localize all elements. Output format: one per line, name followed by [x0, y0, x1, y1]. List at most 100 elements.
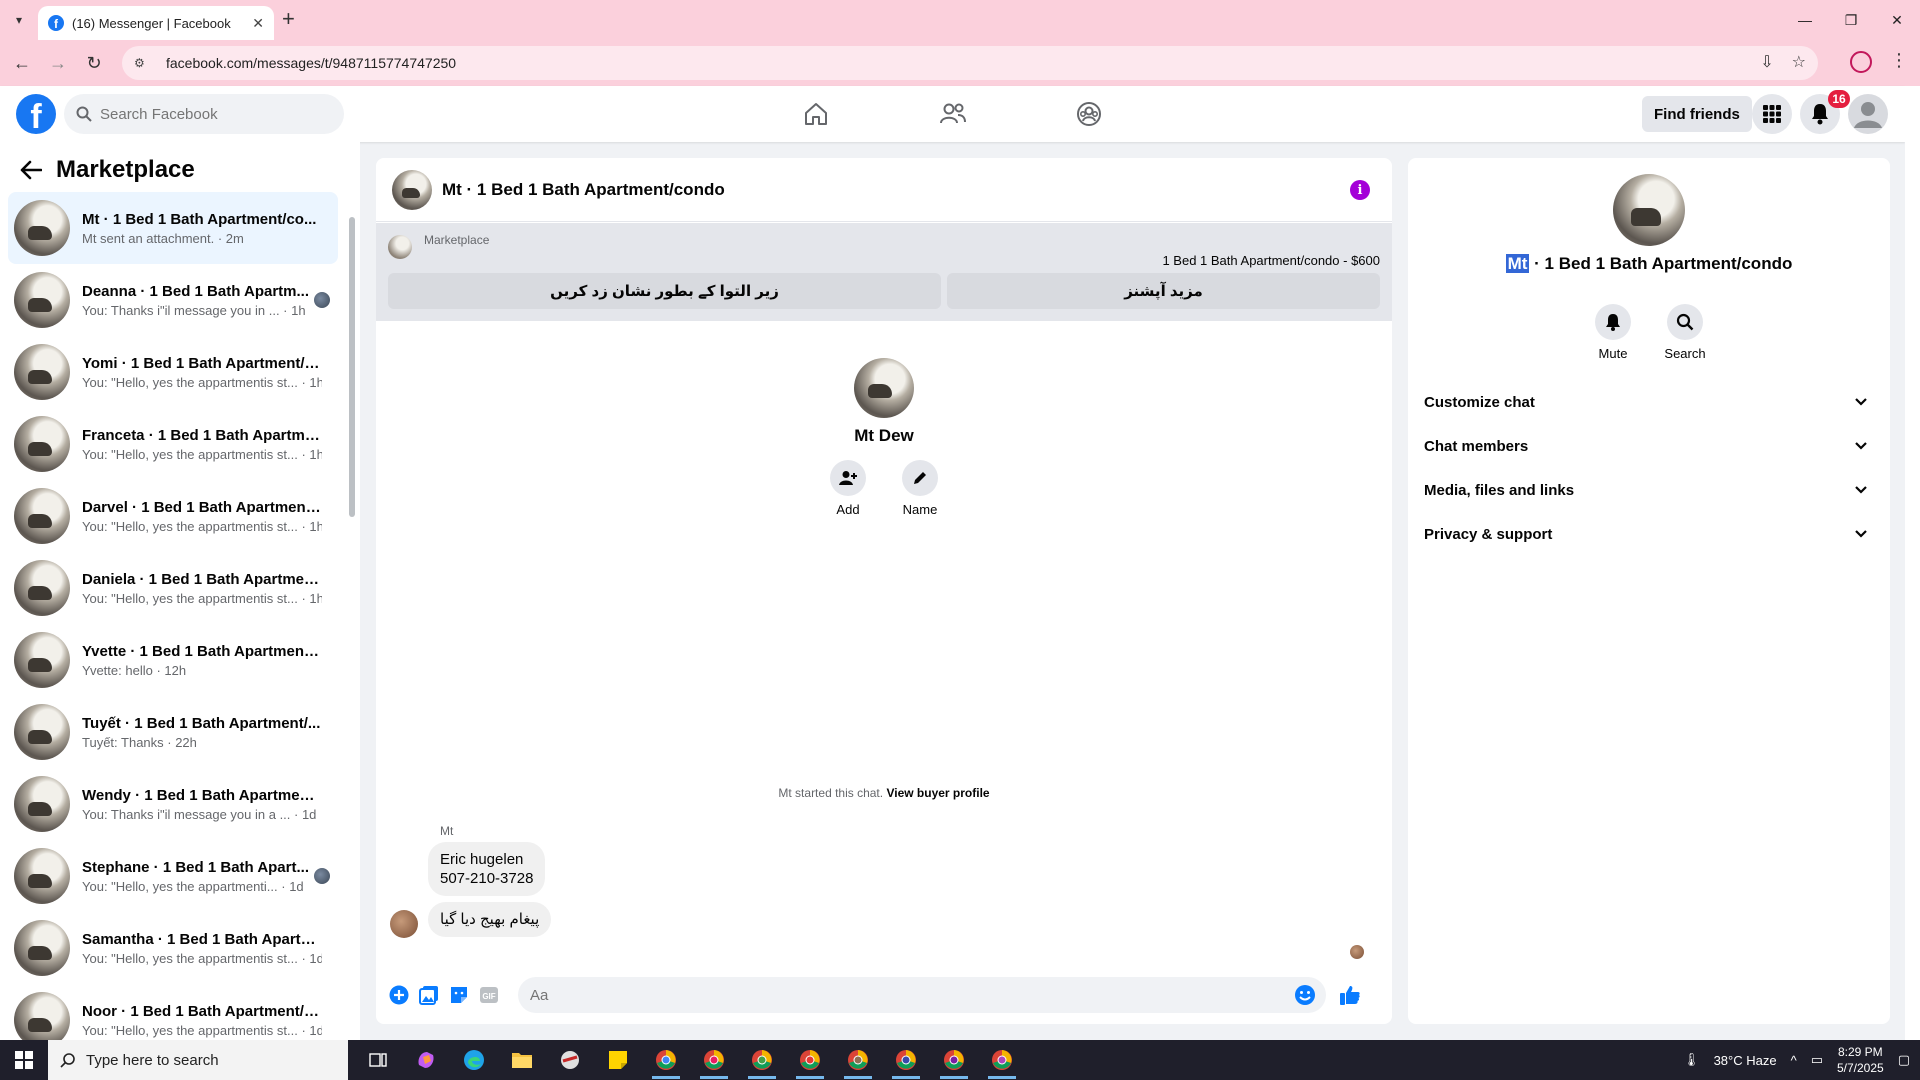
message-bubble[interactable]: پیغام بھیج دیا گیا — [428, 902, 552, 937]
minimize-icon[interactable]: — — [1782, 0, 1828, 40]
conversation-item[interactable]: Darvel · 1 Bed 1 Bath Apartment... You: "… — [8, 480, 338, 552]
section-media-files-links[interactable]: Media, files and links — [1424, 468, 1874, 512]
clock[interactable]: 8:29 PM 5/7/2025 — [1837, 1044, 1884, 1076]
conversation-item[interactable]: Noor · 1 Bed 1 Bath Apartment/c... You: "… — [8, 984, 338, 1040]
avatar[interactable] — [854, 358, 914, 418]
emoji-icon[interactable] — [1294, 984, 1316, 1011]
chrome-profile-icon[interactable] — [834, 1040, 882, 1080]
browser-tab[interactable]: f (16) Messenger | Facebook ✕ — [38, 6, 274, 40]
file-explorer-icon[interactable] — [498, 1040, 546, 1080]
back-icon[interactable]: ← — [10, 51, 34, 75]
add-people-button[interactable]: Add — [830, 460, 866, 517]
facebook-logo-icon[interactable]: f — [16, 94, 56, 134]
conversation-name: Yomi · 1 Bed 1 Bath Apartment/c... — [82, 354, 322, 372]
install-app-icon[interactable]: ⇩ — [1760, 52, 1773, 72]
bookmark-star-icon[interactable]: ☆ — [1792, 52, 1806, 72]
back-arrow-icon[interactable] — [20, 160, 42, 180]
account-avatar[interactable] — [1848, 94, 1888, 134]
browser-menu-icon[interactable]: ⋮ — [1890, 50, 1908, 71]
chrome-profile-icon[interactable] — [738, 1040, 786, 1080]
conversation-name: Mt · 1 Bed 1 Bath Apartment/co... — [82, 210, 317, 228]
chat-title[interactable]: Mt · 1 Bed 1 Bath Apartment/condo — [442, 180, 725, 200]
message-input[interactable] — [530, 986, 1270, 1004]
weather-text[interactable]: 38°C Haze — [1714, 1053, 1777, 1068]
chrome-profile-icon[interactable] — [978, 1040, 1026, 1080]
conversation-item[interactable]: Mt · 1 Bed 1 Bath Apartment/co... Mt sent… — [8, 192, 338, 264]
app-icon[interactable] — [546, 1040, 594, 1080]
more-options-button[interactable]: مزید آپشنز — [947, 273, 1380, 309]
edge-browser-icon[interactable] — [450, 1040, 498, 1080]
chevron-down-icon — [1854, 394, 1868, 411]
conversation-item[interactable]: Deanna · 1 Bed 1 Bath Apartm... You: Than… — [8, 264, 338, 336]
conversation-item[interactable]: Franceta · 1 Bed 1 Bath Apartme... You: "… — [8, 408, 338, 480]
scrollbar-thumb[interactable] — [349, 217, 355, 517]
conversation-item[interactable]: Yvette · 1 Bed 1 Bath Apartment/... Yvett… — [8, 624, 338, 696]
browser-tabbar: ▾ f (16) Messenger | Facebook ✕ + — ❐ ✕ — [0, 0, 1920, 40]
friends-icon[interactable] — [937, 98, 969, 130]
chrome-profile-icon[interactable] — [642, 1040, 690, 1080]
avatar[interactable] — [1613, 174, 1685, 246]
chrome-profile-icon[interactable] — [930, 1040, 978, 1080]
search-in-chat-button[interactable]: Search — [1664, 304, 1706, 361]
conversation-preview: You: Thanks i"il message you in ... · 1h — [82, 302, 306, 318]
listing-title-price[interactable]: 1 Bed 1 Bath Apartment/condo - $600 — [1162, 253, 1380, 268]
message-input-box[interactable] — [518, 977, 1326, 1013]
info-icon[interactable]: i — [1350, 180, 1370, 200]
groups-icon[interactable] — [1073, 98, 1105, 130]
section-customize-chat[interactable]: Customize chat — [1424, 380, 1874, 424]
reload-icon[interactable]: ↻ — [82, 51, 106, 75]
task-view-icon[interactable] — [354, 1040, 402, 1080]
avatar[interactable] — [392, 169, 432, 210]
message-bubble[interactable]: Eric hugelen 507-210-3728 — [428, 842, 546, 896]
menu-grid-icon[interactable] — [1752, 94, 1792, 134]
tab-list-icon[interactable]: ▾ — [8, 9, 30, 31]
chevron-up-icon[interactable]: ^ — [1791, 1053, 1797, 1068]
page-scrollbar[interactable] — [1905, 86, 1920, 1040]
close-tab-icon[interactable]: ✕ — [252, 15, 264, 32]
windows-start-icon[interactable] — [0, 1040, 48, 1080]
address-bar[interactable]: ⚙ facebook.com/messages/t/94871157747472… — [122, 46, 1818, 80]
conversation-item[interactable]: Daniela · 1 Bed 1 Bath Apartmen... You: "… — [8, 552, 338, 624]
conversation-item[interactable]: Samantha · 1 Bed 1 Bath Apartm... You: "H… — [8, 912, 338, 984]
photo-icon[interactable] — [417, 983, 441, 1007]
like-thumbs-up-icon[interactable] — [1338, 983, 1362, 1007]
sticky-notes-icon[interactable] — [594, 1040, 642, 1080]
nickname-button[interactable]: Name — [902, 460, 938, 517]
gif-icon[interactable]: GIF — [477, 983, 501, 1007]
conversation-item[interactable]: Tuyết · 1 Bed 1 Bath Apartment/... Tuyết:… — [8, 696, 338, 768]
new-tab-icon[interactable]: + — [282, 8, 295, 30]
section-privacy-support[interactable]: Privacy & support — [1424, 512, 1874, 556]
search-input[interactable] — [100, 105, 320, 123]
plus-circle-icon[interactable] — [387, 983, 411, 1007]
home-icon[interactable] — [800, 98, 832, 130]
taskbar-search[interactable]: Type here to search — [48, 1040, 348, 1080]
message-text: Eric hugelen — [440, 851, 524, 868]
browser-profile-icon[interactable] — [1850, 51, 1872, 73]
close-window-icon[interactable]: ✕ — [1874, 0, 1920, 40]
mark-pending-button[interactable]: زیر التوا کے بطور نشان زد کریں — [388, 273, 941, 309]
conversation-item[interactable]: Wendy · 1 Bed 1 Bath Apartment... You: Th… — [8, 768, 338, 840]
sender-avatar[interactable] — [390, 910, 418, 938]
restore-icon[interactable]: ❐ — [1828, 0, 1874, 40]
chrome-profile-icon[interactable] — [786, 1040, 834, 1080]
mute-button[interactable]: Mute — [1595, 304, 1631, 361]
notification-center-icon[interactable]: ▢ — [1898, 1052, 1910, 1068]
pencil-icon — [902, 460, 938, 496]
sticker-icon[interactable] — [447, 983, 471, 1007]
view-buyer-profile-link[interactable]: View buyer profile — [886, 786, 989, 800]
chrome-profile-icon[interactable] — [882, 1040, 930, 1080]
section-label: Customize chat — [1424, 393, 1535, 411]
conversation-item[interactable]: Stephane · 1 Bed 1 Bath Apart... You: "He… — [8, 840, 338, 912]
conversation-item[interactable]: Yomi · 1 Bed 1 Bath Apartment/c... You: "… — [8, 336, 338, 408]
copilot-icon[interactable] — [402, 1040, 450, 1080]
forward-icon[interactable]: → — [46, 51, 70, 75]
site-info-icon[interactable]: ⚙ — [134, 56, 150, 70]
weather-icon[interactable]: 🌡 — [1683, 1052, 1700, 1068]
section-chat-members[interactable]: Chat members — [1424, 424, 1874, 468]
chrome-profile-icon[interactable] — [690, 1040, 738, 1080]
chevron-down-icon — [1854, 482, 1868, 499]
sidebar-scrollbar[interactable] — [348, 197, 356, 1037]
facebook-search[interactable] — [64, 94, 344, 134]
network-icon[interactable]: ▭ — [1811, 1052, 1823, 1068]
find-friends-button[interactable]: Find friends — [1642, 96, 1752, 132]
